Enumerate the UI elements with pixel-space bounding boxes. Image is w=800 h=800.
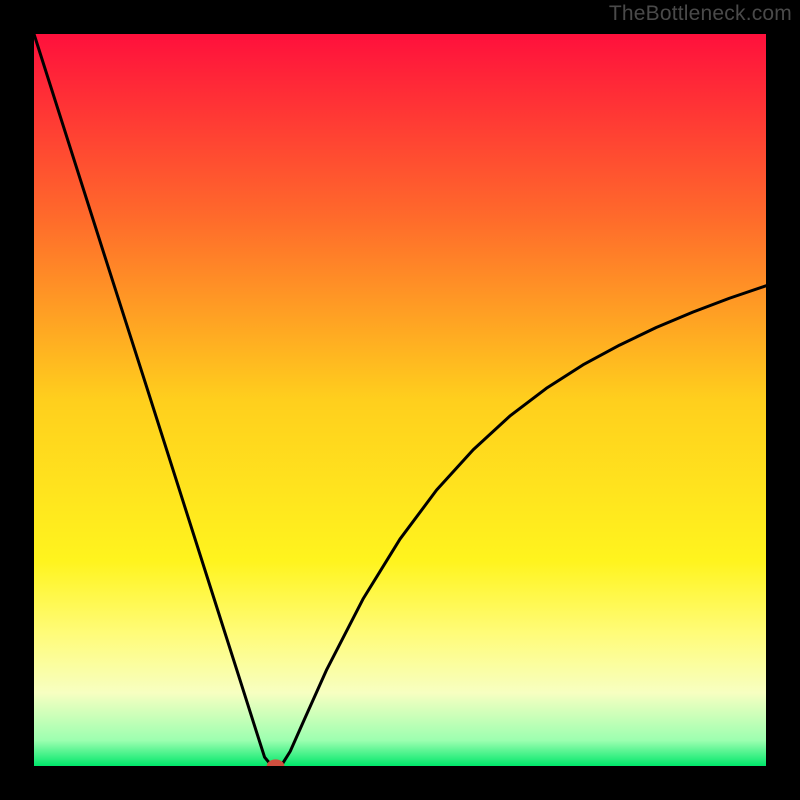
gradient-background xyxy=(34,34,766,766)
chart-frame: TheBottleneck.com xyxy=(0,0,800,800)
bottleneck-chart xyxy=(34,34,766,766)
watermark-text: TheBottleneck.com xyxy=(609,2,792,26)
